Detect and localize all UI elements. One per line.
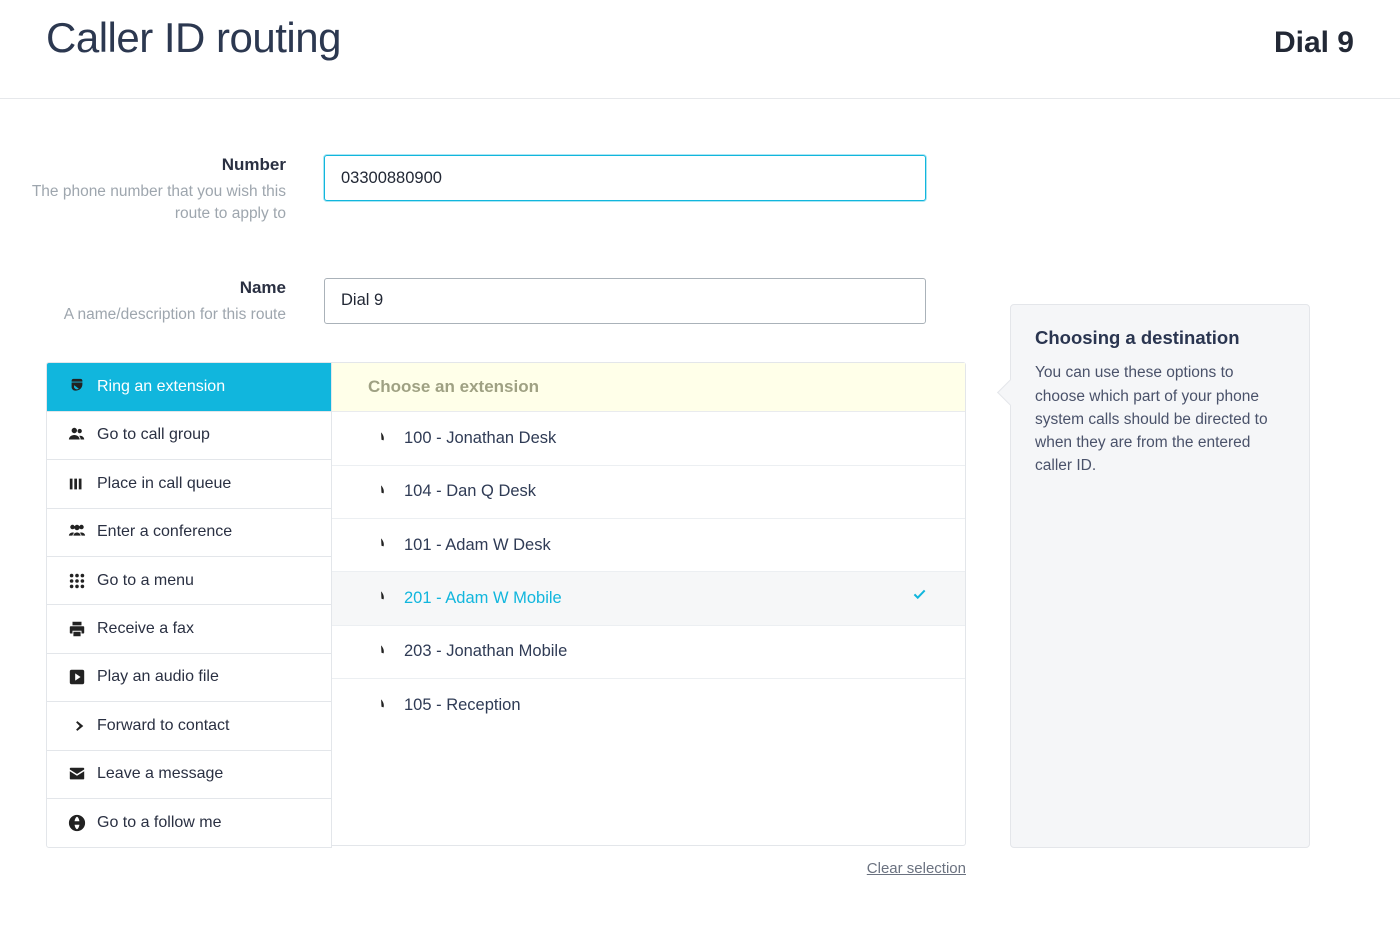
name-hint: A name/description for this route xyxy=(0,304,286,326)
extension-item[interactable]: 100 - Jonathan Desk xyxy=(332,412,965,465)
destination-item[interactable]: Forward to contact xyxy=(47,702,331,750)
help-title: Choosing a destination xyxy=(1035,327,1285,349)
extension-item[interactable]: 105 - Reception xyxy=(332,679,965,732)
handset-icon xyxy=(368,589,390,607)
play-icon xyxy=(67,668,87,686)
page-title: Caller ID routing xyxy=(46,14,341,62)
help-body: You can use these options to choose whic… xyxy=(1035,361,1285,477)
extension-label: 105 - Reception xyxy=(404,696,521,715)
phone-icon xyxy=(67,378,87,396)
destination-label: Leave a message xyxy=(97,765,223,783)
destination-label: Go to call group xyxy=(97,426,210,444)
extension-panel-header: Choose an extension xyxy=(332,363,965,412)
fax-icon xyxy=(67,620,87,638)
extension-label: 201 - Adam W Mobile xyxy=(404,589,562,608)
below-select: Clear selection xyxy=(46,848,966,878)
handset-icon xyxy=(368,483,390,501)
destination-sidebar: Ring an extension Go to call group Place i… xyxy=(46,362,332,848)
destination-label: Place in call queue xyxy=(97,475,231,493)
destination-item[interactable]: Go to a follow me xyxy=(47,799,331,847)
help-panel: Choosing a destination You can use these… xyxy=(1010,304,1310,848)
destination-label: Forward to contact xyxy=(97,717,230,735)
extension-item[interactable]: 201 - Adam W Mobile xyxy=(332,572,965,625)
destination-item[interactable]: Leave a message xyxy=(47,751,331,799)
forward-icon xyxy=(67,717,87,735)
content: Number The phone number that you wish th… xyxy=(0,99,1400,878)
extension-item[interactable]: 104 - Dan Q Desk xyxy=(332,466,965,519)
number-label: Number xyxy=(0,155,286,175)
conference-icon xyxy=(67,523,87,541)
page-header: Caller ID routing Dial 9 xyxy=(0,0,1400,99)
destination-item[interactable]: Place in call queue xyxy=(47,460,331,508)
extension-item[interactable]: 203 - Jonathan Mobile xyxy=(332,626,965,679)
name-label: Name xyxy=(0,278,286,298)
handset-icon xyxy=(368,430,390,448)
destination-label: Go to a menu xyxy=(97,572,194,590)
destination-label: Ring an extension xyxy=(97,378,225,396)
destination-item[interactable]: Play an audio file xyxy=(47,654,331,702)
destination-item[interactable]: Receive a fax xyxy=(47,605,331,653)
destination-label: Go to a follow me xyxy=(97,814,222,832)
check-icon xyxy=(911,587,929,610)
globe-icon xyxy=(67,814,87,832)
destination-label: Play an audio file xyxy=(97,668,219,686)
destination-item[interactable]: Go to a menu xyxy=(47,557,331,605)
number-hint: The phone number that you wish this rout… xyxy=(0,181,286,226)
extension-panel: Choose an extension 100 - Jonathan Desk1… xyxy=(332,362,966,846)
extension-list: 100 - Jonathan Desk 104 - Dan Q Desk 101 -… xyxy=(332,412,965,845)
destination-item[interactable]: Enter a conference xyxy=(47,509,331,557)
name-input[interactable] xyxy=(324,278,926,324)
handset-icon xyxy=(368,536,390,554)
group-icon xyxy=(67,426,87,444)
destination-item[interactable]: Ring an extension xyxy=(47,363,331,411)
handset-icon xyxy=(368,643,390,661)
number-input[interactable] xyxy=(324,155,926,201)
destination-item[interactable]: Go to call group xyxy=(47,412,331,460)
extension-item[interactable]: 101 - Adam W Desk xyxy=(332,519,965,572)
queue-icon xyxy=(67,475,87,493)
menu-icon xyxy=(67,572,87,590)
clear-selection-link[interactable]: Clear selection xyxy=(867,860,966,877)
brand-name: Dial 9 xyxy=(1274,26,1354,60)
destination-label: Receive a fax xyxy=(97,620,194,638)
form-row-number: Number The phone number that you wish th… xyxy=(0,155,1400,226)
extension-label: 104 - Dan Q Desk xyxy=(404,482,536,501)
handset-icon xyxy=(368,697,390,715)
extension-label: 101 - Adam W Desk xyxy=(404,536,551,555)
destination-area: Ring an extension Go to call group Place i… xyxy=(0,362,1400,848)
message-icon xyxy=(67,765,87,783)
destination-label: Enter a conference xyxy=(97,523,232,541)
extension-label: 100 - Jonathan Desk xyxy=(404,429,556,448)
extension-label: 203 - Jonathan Mobile xyxy=(404,642,567,661)
